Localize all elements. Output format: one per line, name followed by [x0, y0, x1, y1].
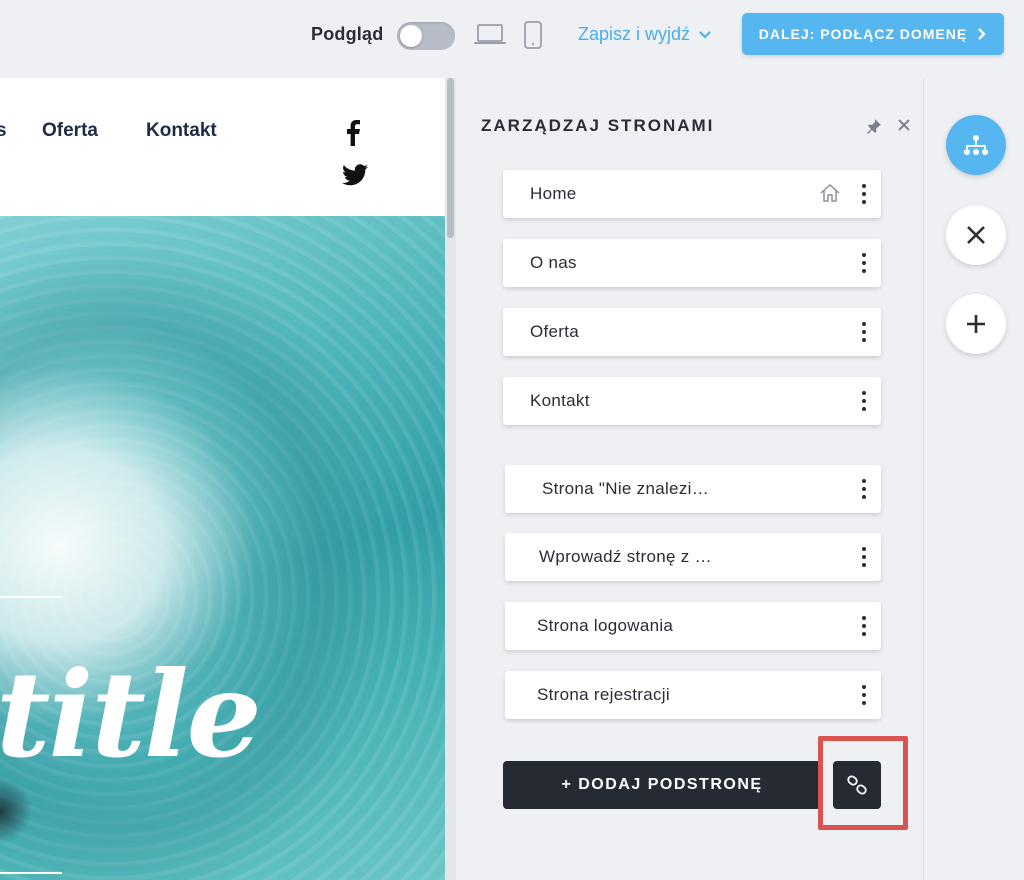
page-item-label: O nas	[530, 253, 577, 272]
preview-label: Podgląd	[311, 24, 384, 44]
page-item-kontakt[interactable]: Kontakt	[503, 377, 881, 425]
home-icon	[819, 183, 841, 208]
site-navigation: s Oferta Kontakt	[0, 78, 445, 216]
nav-link-kontakt[interactable]: Kontakt	[146, 120, 217, 142]
page-item-home[interactable]: Home	[503, 170, 881, 218]
nav-link-oferta[interactable]: Oferta	[42, 120, 98, 142]
page-item-oferta[interactable]: Oferta	[503, 308, 881, 356]
page-item-o-nas[interactable]: O nas	[503, 239, 881, 287]
panel-title: ZARZĄDZAJ STRONAMI	[481, 116, 715, 135]
page-options-icon[interactable]	[861, 391, 867, 411]
page-item-label: Kontakt	[530, 391, 590, 410]
page-item-not-found[interactable]: Strona "Nie znalezi…	[505, 465, 881, 513]
toggle-knob	[400, 25, 422, 47]
page-item-label: Strona "Nie znalezi…	[542, 479, 709, 498]
surfer-shadow	[0, 776, 30, 846]
page-options-icon[interactable]	[861, 253, 867, 273]
mobile-view-icon[interactable]	[523, 20, 543, 55]
pin-icon[interactable]	[866, 118, 882, 139]
facebook-icon[interactable]	[342, 120, 364, 151]
add-subpage-label: + DODAJ PODSTRONĘ	[561, 776, 763, 793]
hero-line-top	[0, 596, 62, 598]
scrollbar-thumb[interactable]	[447, 78, 454, 238]
page-options-icon[interactable]	[861, 479, 867, 499]
hero-line-bottom	[0, 872, 62, 874]
sitemap-icon	[964, 135, 988, 155]
website-canvas[interactable]: s Oferta Kontakt title	[0, 78, 445, 880]
highlight-box	[818, 736, 908, 830]
hero-wave-image: title	[0, 216, 445, 880]
page-item-label: Home	[530, 184, 577, 203]
nav-link-partial[interactable]: s	[0, 120, 7, 142]
page-item-login[interactable]: Strona logowania	[505, 602, 881, 650]
right-rail	[923, 78, 1024, 880]
chevron-down-icon	[699, 30, 711, 38]
manage-pages-panel: ZARZĄDZAJ STRONAMI Home O nas Oferta Kon…	[456, 78, 923, 880]
preview-toggle[interactable]	[397, 22, 455, 50]
chevron-right-icon	[978, 28, 986, 40]
sitemap-button[interactable]	[946, 115, 1006, 175]
close-panel-icon[interactable]	[897, 116, 911, 137]
save-exit-dropdown[interactable]: Zapisz i wyjdź	[578, 24, 712, 45]
page-item-password[interactable]: Wprowadź stronę z …	[505, 533, 881, 581]
page-item-label: Strona rejestracji	[537, 685, 670, 704]
page-item-label: Strona logowania	[537, 616, 674, 635]
close-editor-button[interactable]	[946, 205, 1006, 265]
canvas-scrollbar[interactable]	[445, 78, 456, 880]
top-bar: Podgląd Zapisz i wyjdź DALEJ: PODŁĄCZ DO…	[0, 0, 1024, 78]
desktop-view-icon[interactable]	[474, 20, 506, 53]
next-connect-domain-button[interactable]: DALEJ: PODŁĄCZ DOMENĘ	[742, 13, 1004, 55]
page-options-icon[interactable]	[861, 616, 867, 636]
close-icon	[967, 226, 985, 244]
add-element-button[interactable]	[946, 294, 1006, 354]
page-item-label: Oferta	[530, 322, 580, 341]
twitter-icon[interactable]	[342, 164, 368, 191]
page-options-icon[interactable]	[861, 184, 867, 204]
save-exit-label: Zapisz i wyjdź	[578, 24, 691, 44]
page-options-icon[interactable]	[861, 547, 867, 567]
hero-title[interactable]: title	[0, 656, 262, 774]
add-subpage-button[interactable]: + DODAJ PODSTRONĘ	[503, 761, 821, 809]
page-options-icon[interactable]	[861, 685, 867, 705]
plus-icon	[967, 315, 985, 333]
page-item-register[interactable]: Strona rejestracji	[505, 671, 881, 719]
page-options-icon[interactable]	[861, 322, 867, 342]
next-button-label: DALEJ: PODŁĄCZ DOMENĘ	[758, 26, 968, 42]
page-item-label: Wprowadź stronę z …	[539, 547, 712, 566]
